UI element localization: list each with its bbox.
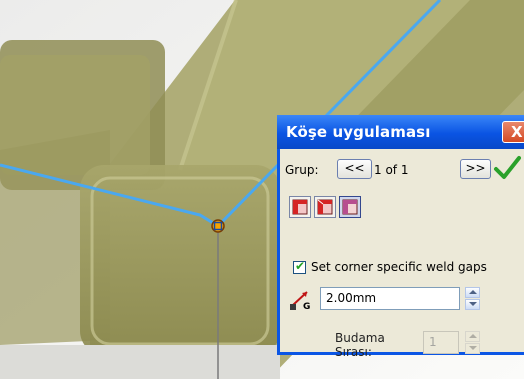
corner-type-2-icon xyxy=(317,199,333,215)
trim-order-spinner[interactable] xyxy=(465,331,480,354)
group-label: Grup: xyxy=(285,163,319,177)
trim-order-label-line1: Budama xyxy=(335,331,385,345)
corner-type-3-icon xyxy=(342,199,358,215)
close-button[interactable]: X xyxy=(502,121,524,143)
next-group-button[interactable]: >> xyxy=(460,159,491,179)
corner-treatment-dialog: Köşe uygulaması X Grup: << 1 of 1 >> ✔ S… xyxy=(277,115,524,359)
ok-button[interactable] xyxy=(493,154,521,182)
corner-point-marker[interactable] xyxy=(211,219,225,233)
checkmark-icon: ✔ xyxy=(295,259,306,273)
spinner-up-arrow-icon[interactable] xyxy=(465,287,480,298)
weld-gap-spinner[interactable] xyxy=(465,287,480,310)
spinner-down-arrow-icon[interactable] xyxy=(465,299,480,310)
check-icon xyxy=(494,156,521,179)
trim-spinner-up-arrow-icon[interactable] xyxy=(465,331,480,342)
corner-type-1-icon xyxy=(292,199,308,215)
corner-type-2-button[interactable] xyxy=(314,196,336,218)
weld-gaps-checkbox-label: Set corner specific weld gaps xyxy=(311,260,487,274)
dialog-title: Köşe uygulaması xyxy=(286,123,431,141)
trim-order-label-line2: Sırası: xyxy=(335,345,372,359)
dialog-body: Grup: << 1 of 1 >> ✔ Set corner specific… xyxy=(280,149,524,359)
weld-gap-input[interactable]: 2.00mm xyxy=(320,287,460,310)
group-page-info: 1 of 1 xyxy=(374,163,409,177)
close-icon: X xyxy=(511,123,523,141)
trim-order-input[interactable]: 1 xyxy=(423,331,459,354)
corner-type-3-button[interactable] xyxy=(339,196,361,218)
corner-type-1-button[interactable] xyxy=(289,196,311,218)
weld-gaps-checkbox[interactable]: ✔ xyxy=(293,259,306,274)
weld-gap-icon: G xyxy=(289,289,313,313)
dialog-titlebar[interactable]: Köşe uygulaması X xyxy=(277,115,524,149)
trim-spinner-down-arrow-icon[interactable] xyxy=(465,343,480,354)
previous-group-button[interactable]: << xyxy=(337,159,372,179)
